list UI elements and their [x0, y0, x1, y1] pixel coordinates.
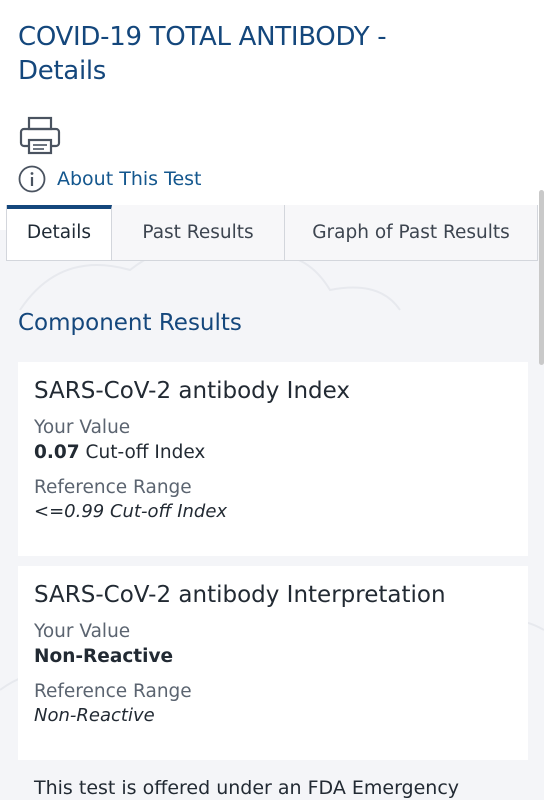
tab-graph-of-past-results[interactable]: Graph of Past Results: [285, 205, 537, 260]
info-icon: [18, 165, 46, 193]
printer-icon[interactable]: [18, 116, 64, 156]
component-name: SARS-CoV-2 antibody Interpretation: [34, 582, 446, 608]
your-value: 0.07 Cut-off Index: [34, 440, 512, 466]
component-card: SARS-CoV-2 antibody Interpretation Your …: [18, 566, 528, 760]
your-value: Non-Reactive: [34, 644, 512, 670]
your-value-label: Your Value: [34, 417, 131, 438]
fda-disclaimer-text: This test is offered under an FDA Emerge…: [34, 777, 460, 799]
reference-range-label: Reference Range: [34, 477, 192, 498]
result-value: Non-Reactive: [34, 646, 174, 667]
result-unit: Cut-off Index: [85, 442, 206, 463]
page-header: COVID-19 TOTAL ANTIBODY - Details About …: [0, 0, 544, 205]
page-title: COVID-19 TOTAL ANTIBODY - Details: [18, 20, 526, 88]
about-this-test-link[interactable]: About This Test: [18, 165, 202, 193]
tab-bar: Details Past Results Graph of Past Resul…: [6, 205, 538, 261]
scrollbar[interactable]: [539, 190, 544, 365]
your-value-label: Your Value: [34, 621, 131, 642]
tab-details-label: Details: [26, 222, 92, 243]
tab-past-results-label: Past Results: [142, 222, 254, 243]
tab-graph-label: Graph of Past Results: [312, 222, 510, 243]
result-value: 0.07: [34, 442, 80, 463]
reference-range-label: Reference Range: [34, 681, 192, 702]
reference-range-value: <=0.99 Cut-off Index: [34, 501, 228, 522]
component-results-heading: Component Results: [18, 310, 242, 336]
component-card: SARS-CoV-2 antibody Index Your Value 0.0…: [18, 362, 528, 556]
tab-details[interactable]: Details: [7, 205, 112, 260]
reference-range-value: Non-Reactive: [34, 705, 155, 726]
page-title-line2: Details: [18, 56, 107, 86]
tab-past-results[interactable]: Past Results: [112, 205, 285, 260]
component-name: SARS-CoV-2 antibody Index: [34, 378, 350, 404]
page-title-line1: COVID-19 TOTAL ANTIBODY -: [18, 22, 387, 52]
about-this-test-label: About This Test: [57, 168, 202, 190]
